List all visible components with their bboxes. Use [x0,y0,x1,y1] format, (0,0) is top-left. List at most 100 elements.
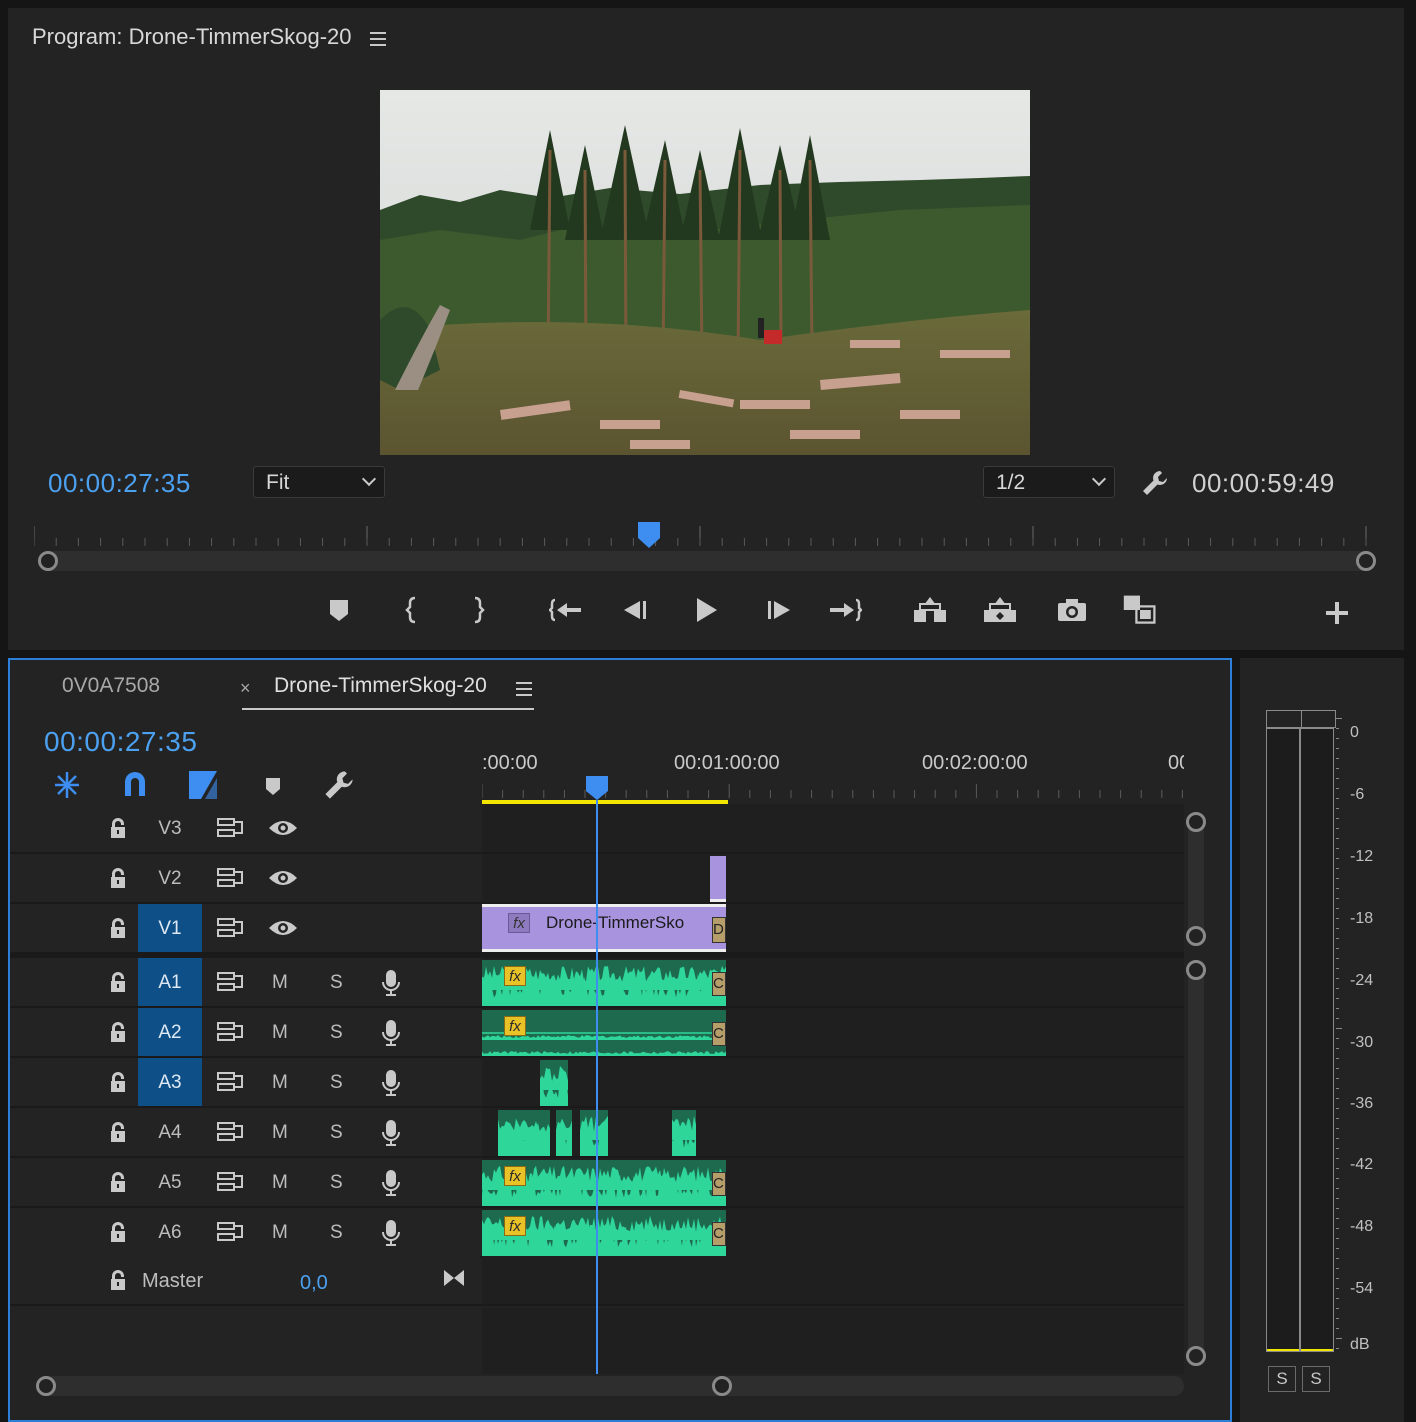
solo-button[interactable]: S [330,1208,343,1258]
audio-clip[interactable]: fx C [482,1160,726,1206]
lift-button[interactable] [912,592,948,628]
add-marker-button[interactable] [321,592,357,628]
scrollbar-handle[interactable] [1186,926,1206,946]
mute-button[interactable]: M [272,958,288,1008]
solo-button[interactable]: S [330,1058,343,1108]
track-label[interactable]: A2 [138,1008,202,1056]
track-content[interactable] [482,1256,1184,1304]
scrollbar-left-handle[interactable] [38,551,58,571]
linked-selection-button[interactable] [186,768,220,802]
eye-icon[interactable] [268,818,298,838]
microphone-icon[interactable] [380,1018,402,1048]
track-label[interactable]: A1 [138,958,202,1006]
hamburger-icon[interactable] [370,32,386,46]
timeline-playhead-line[interactable] [596,800,598,1374]
video-clip-drone-timmerskog[interactable]: fx Drone-TimmerSko D [482,904,726,952]
timeline-playhead-icon[interactable] [586,776,608,800]
go-to-in-button[interactable] [548,592,585,628]
mute-button[interactable]: M [272,1008,288,1058]
track-content[interactable]: fx C [482,1208,1184,1256]
microphone-icon[interactable] [380,968,402,998]
lock-icon[interactable] [106,816,130,840]
scrollbar-handle[interactable] [1186,960,1206,980]
close-tab-icon[interactable]: × [240,678,251,699]
track-content[interactable]: fx Drone-TimmerSko D [482,904,1184,952]
video-clip[interactable] [710,856,726,902]
lock-icon[interactable] [106,1170,130,1194]
scrollbar-handle[interactable] [1186,1346,1206,1366]
lock-icon[interactable] [106,1120,130,1144]
lock-icon[interactable] [106,1020,130,1044]
audio-clip[interactable] [672,1110,696,1156]
sync-lock-icon[interactable] [216,1070,244,1094]
track-content[interactable]: fx C [482,1008,1184,1056]
sync-lock-icon[interactable] [216,816,244,840]
master-track-toggle-icon[interactable] [442,1268,466,1288]
eye-icon[interactable] [268,868,298,888]
sync-lock-icon[interactable] [216,916,244,940]
button-editor-button[interactable] [1322,598,1352,628]
track-label[interactable]: A4 [138,1108,202,1156]
master-volume-value[interactable]: 0,0 [300,1258,328,1308]
go-to-out-button[interactable] [826,592,863,628]
audio-clip[interactable] [580,1110,608,1156]
microphone-icon[interactable] [380,1068,402,1098]
snap-button[interactable] [118,768,152,802]
track-content[interactable] [482,1058,1184,1106]
export-frame-button[interactable] [1054,592,1090,628]
audio-clip[interactable] [540,1060,568,1106]
sync-lock-icon[interactable] [216,970,244,994]
tab-0v0a7508[interactable]: 0V0A7508 [62,674,160,698]
solo-right-button[interactable]: S [1302,1366,1330,1392]
scrollbar-right-handle[interactable] [1356,551,1376,571]
track-content[interactable]: fx C [482,958,1184,1006]
timeline-playhead-timecode[interactable]: 00:00:27:35 [44,726,197,758]
lock-icon[interactable] [106,1070,130,1094]
lock-icon[interactable] [106,1220,130,1244]
track-label[interactable]: V3 [138,804,202,852]
track-label[interactable]: A3 [138,1058,202,1106]
scrollbar-right-handle[interactable] [712,1376,732,1396]
solo-button[interactable]: S [330,958,343,1008]
add-marker-button[interactable] [256,768,290,802]
scrollbar-left-handle[interactable] [36,1376,56,1396]
mark-out-button[interactable] [459,592,495,628]
playhead-timecode[interactable]: 00:00:27:35 [48,468,191,499]
playhead-marker-icon[interactable] [638,522,660,548]
mute-button[interactable]: M [272,1108,288,1158]
microphone-icon[interactable] [380,1118,402,1148]
mute-button[interactable]: M [272,1058,288,1108]
track-label[interactable]: A6 [138,1208,202,1256]
lock-icon[interactable] [106,970,130,994]
audio-clip[interactable]: fx C [482,960,726,1006]
mark-in-button[interactable] [395,592,431,628]
sync-lock-icon[interactable] [216,866,244,890]
step-back-button[interactable] [618,592,654,628]
track-content[interactable] [482,1108,1184,1156]
lock-icon[interactable] [106,866,130,890]
solo-button[interactable]: S [330,1008,343,1058]
sync-lock-icon[interactable] [216,1120,244,1144]
program-zoom-scrollbar[interactable] [40,551,1376,571]
sync-lock-icon[interactable] [216,1020,244,1044]
track-label[interactable]: V2 [138,854,202,902]
sync-lock-icon[interactable] [216,1220,244,1244]
extract-button[interactable] [982,592,1018,628]
playback-resolution-select[interactable]: 1/2 [983,466,1115,498]
microphone-icon[interactable] [380,1168,402,1198]
program-monitor-title[interactable]: Program: Drone-TimmerSkog-20 [32,24,352,50]
lock-icon[interactable] [106,1268,130,1292]
track-label[interactable]: V1 [138,904,202,952]
audio-clip[interactable]: fx C [482,1010,726,1056]
solo-button[interactable]: S [330,1108,343,1158]
hamburger-icon[interactable] [516,682,532,696]
track-content[interactable]: fx C [482,1158,1184,1206]
lock-icon[interactable] [106,916,130,940]
peak-indicators[interactable] [1266,710,1336,728]
audio-clip[interactable]: fx C [482,1210,726,1256]
wrench-icon[interactable] [1140,468,1170,498]
track-content[interactable] [482,854,1184,902]
microphone-icon[interactable] [380,1218,402,1248]
solo-button[interactable]: S [330,1158,343,1208]
eye-icon[interactable] [268,918,298,938]
